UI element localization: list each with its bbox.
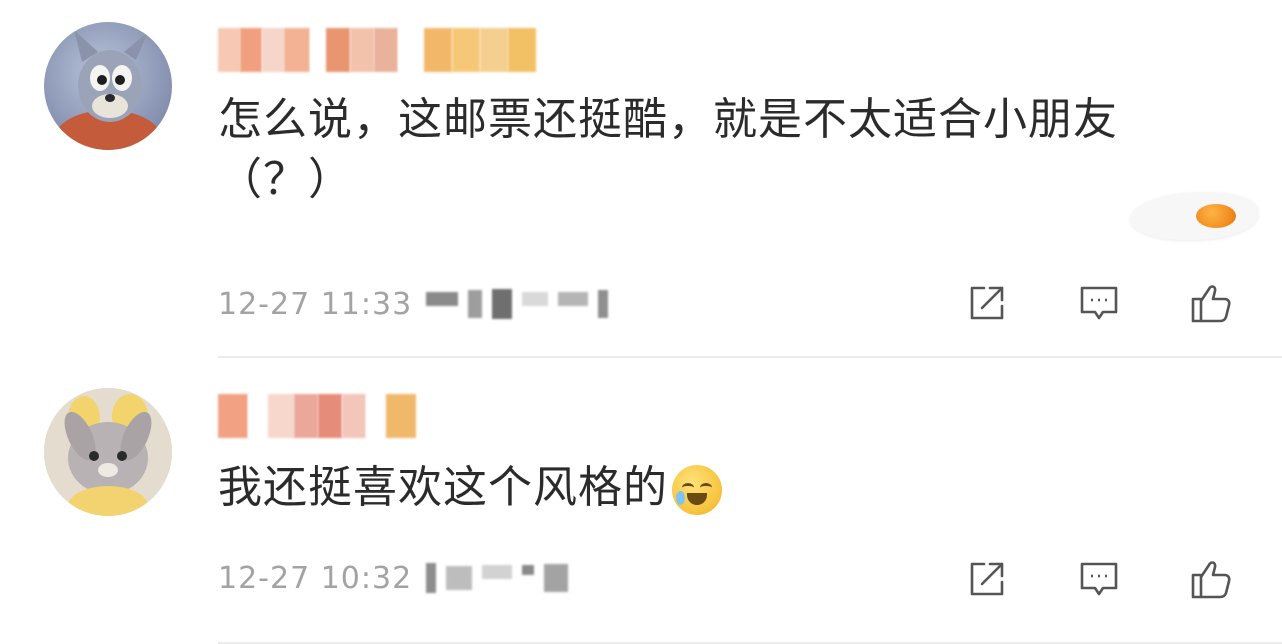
mosaic-block <box>452 28 480 72</box>
mosaic-block <box>426 563 437 593</box>
comment-text: 我还挺喜欢这个风格的 <box>218 458 1228 518</box>
mosaic-block <box>248 394 268 438</box>
location-redacted <box>426 289 609 319</box>
mosaic-block <box>446 566 473 590</box>
username-redacted[interactable] <box>218 28 536 72</box>
mosaic-block <box>218 394 248 438</box>
timestamp: 12-27 11:33 <box>218 286 413 322</box>
cartoon-cat-avatar-icon <box>54 30 162 150</box>
comment-item: 我还挺喜欢这个风格的 12-27 10:32 <box>0 358 1282 644</box>
comment-icon[interactable] <box>1076 556 1122 602</box>
mosaic-block <box>558 292 589 306</box>
plush-bunny-avatar-icon <box>44 388 172 516</box>
mosaic-block <box>240 28 262 72</box>
mosaic-block <box>426 292 459 306</box>
mosaic-block <box>268 394 294 438</box>
comment-text-content: 我还挺喜欢这个风格的 <box>218 462 668 513</box>
mosaic-block <box>386 394 416 438</box>
mosaic-block <box>424 28 452 72</box>
mosaic-block <box>218 28 240 72</box>
timestamp: 12-27 10:32 <box>218 560 413 596</box>
username-redacted[interactable] <box>218 394 416 438</box>
mosaic-block <box>468 290 483 318</box>
mosaic-block <box>262 28 284 72</box>
avatar[interactable] <box>44 388 172 516</box>
action-bar <box>964 278 1234 328</box>
like-icon[interactable] <box>1188 556 1234 602</box>
mosaic-block <box>482 565 513 579</box>
fried-egg-sticker-icon <box>1130 186 1260 246</box>
mosaic-block <box>310 28 326 72</box>
mosaic-block <box>318 394 342 438</box>
mosaic-block <box>350 28 374 72</box>
laughing-crying-emoji-icon <box>672 465 722 515</box>
mosaic-block <box>544 564 569 592</box>
egg-yolk <box>1196 204 1236 228</box>
mosaic-block <box>374 28 398 72</box>
like-icon[interactable] <box>1188 280 1234 326</box>
egg-white <box>1130 192 1258 240</box>
comment-meta: 12-27 11:33 <box>218 284 609 324</box>
mosaic-block <box>398 28 424 72</box>
mosaic-block <box>480 28 508 72</box>
comment-item: 怎么说，这邮票还挺酷，就是不太适合小朋友（？） 12-27 11:33 <box>0 0 1282 358</box>
mosaic-block <box>326 28 350 72</box>
share-icon[interactable] <box>964 556 1010 602</box>
comment-meta: 12-27 10:32 <box>218 558 569 598</box>
mosaic-block <box>366 394 386 438</box>
mosaic-block <box>598 290 609 318</box>
mosaic-block <box>294 394 318 438</box>
mosaic-block <box>522 292 549 306</box>
location-redacted <box>426 563 569 593</box>
comment-icon[interactable] <box>1076 280 1122 326</box>
mosaic-block <box>492 289 513 319</box>
share-icon[interactable] <box>964 280 1010 326</box>
avatar[interactable] <box>44 22 172 150</box>
mosaic-block <box>522 565 535 575</box>
mosaic-block <box>284 28 310 72</box>
mosaic-block <box>342 394 366 438</box>
comment-text: 怎么说，这邮票还挺酷，就是不太适合小朋友（？） <box>218 94 1118 205</box>
mosaic-block <box>508 28 536 72</box>
action-bar <box>964 554 1234 604</box>
